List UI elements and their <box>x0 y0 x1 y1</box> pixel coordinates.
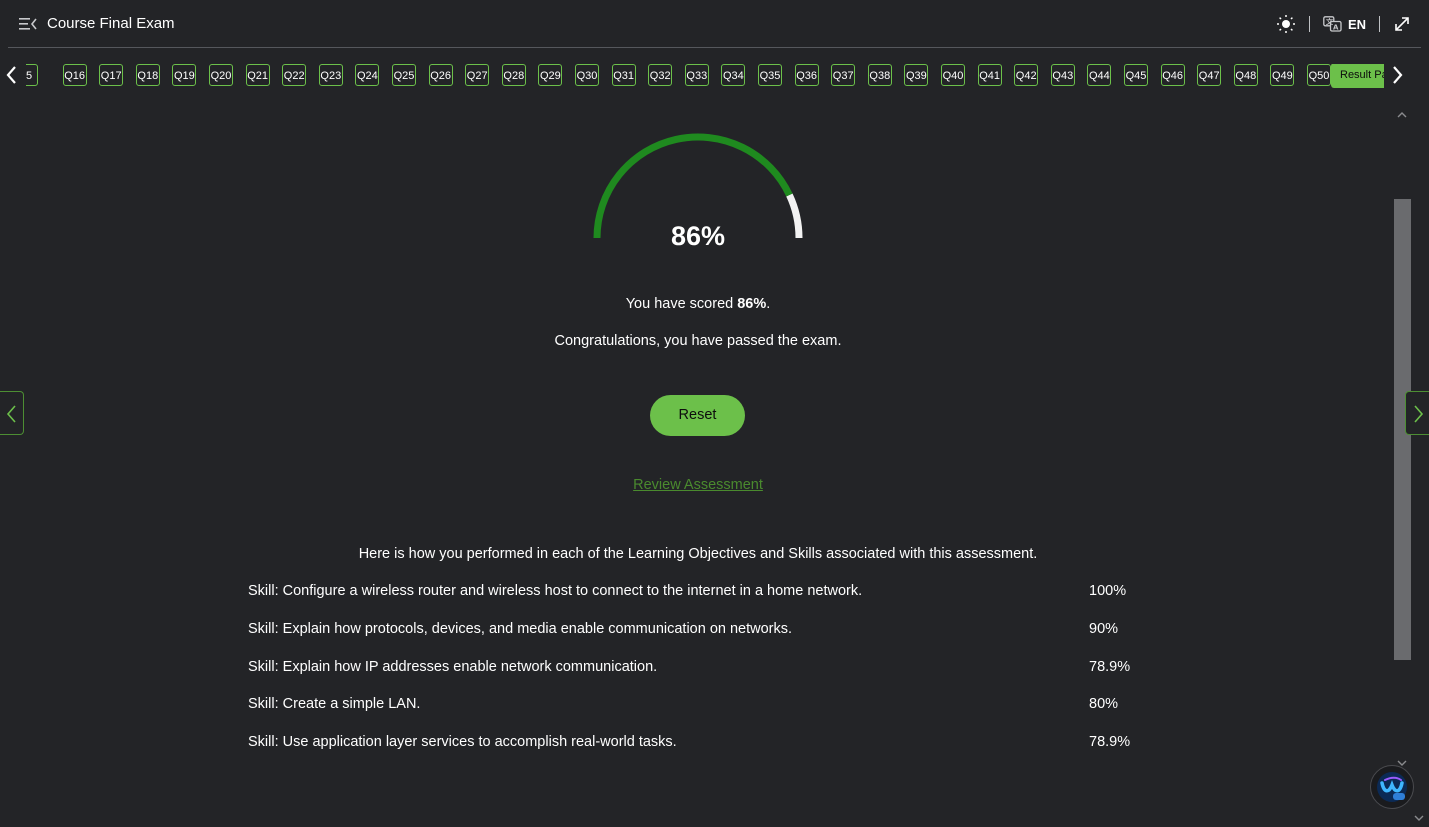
previous-page-button[interactable] <box>0 391 24 435</box>
skill-name: Skill: Explain how IP addresses enable n… <box>248 659 658 675</box>
collapse-menu-icon[interactable] <box>19 16 37 32</box>
question-button[interactable]: Q24 <box>355 64 380 86</box>
question-button[interactable]: Q22 <box>282 64 307 86</box>
question-button[interactable]: Q20 <box>209 64 233 86</box>
question-button[interactable]: Q28 <box>501 64 526 86</box>
question-button[interactable]: Q25 <box>392 64 416 86</box>
skill-score: 78.9% <box>1089 734 1131 750</box>
question-button[interactable]: Q50 <box>1307 64 1331 86</box>
translate-icon: 文 A <box>1323 16 1342 32</box>
question-button[interactable]: Q44 <box>1087 64 1112 86</box>
header-actions: 文 A EN <box>1276 13 1411 35</box>
question-button[interactable]: Q38 <box>867 64 892 86</box>
question-button[interactable]: Q34 <box>721 64 746 86</box>
divider <box>1379 16 1380 32</box>
question-navigation: Q50 Q49 Q48 Q47 Q46 Q45 Q44 Q43 Q42 Q41 Q40 Q39 Q38 Q… <box>0 60 1429 90</box>
skill-name: Skill: Use application layer services to… <box>248 734 677 750</box>
question-list: Q50 Q49 Q48 Q47 Q46 Q45 Q44 Q43 Q42 Q41 Q40 Q39 Q38 Q… <box>26 64 1384 88</box>
skill-score: 78.9% <box>1089 659 1131 675</box>
question-button[interactable]: Q29 <box>538 64 563 86</box>
question-button[interactable]: Q36 <box>794 64 819 86</box>
question-button[interactable]: Q46 <box>1160 64 1185 86</box>
header-divider <box>8 47 1421 48</box>
skill-name: Skill: Create a simple LAN. <box>248 696 421 712</box>
app-header: Course Final Exam 文 A EN <box>0 0 1429 47</box>
skill-row: Skill: Explain how IP addresses enable n… <box>248 659 1148 679</box>
pass-message: Congratulations, you have passed the exa… <box>554 333 842 349</box>
question-button[interactable]: Q47 <box>1197 64 1222 86</box>
question-button[interactable]: 15 <box>26 64 38 86</box>
chevron-left-icon[interactable] <box>1 62 23 88</box>
question-button[interactable]: Q42 <box>1014 64 1039 86</box>
question-button[interactable]: Q33 <box>684 64 709 86</box>
question-button[interactable]: Q40 <box>941 64 965 86</box>
question-button[interactable]: Q30 <box>575 64 599 86</box>
question-button[interactable]: Q16 <box>62 64 87 86</box>
question-button[interactable]: Q45 <box>1124 64 1148 86</box>
score-summary: You have scored 86%. <box>448 296 948 312</box>
question-button[interactable]: Q17 <box>99 64 124 86</box>
expand-icon[interactable] <box>1393 15 1411 33</box>
score-suffix: . <box>766 296 771 312</box>
question-button[interactable]: Q35 <box>758 64 782 86</box>
skill-score: 90% <box>1089 621 1119 637</box>
language-selector[interactable]: 文 A EN <box>1323 16 1366 32</box>
chevron-right-icon <box>1414 405 1424 423</box>
skill-name: Skill: Configure a wireless router and w… <box>248 583 863 599</box>
question-button[interactable]: Q49 <box>1270 64 1295 86</box>
question-button[interactable]: Q18 <box>135 64 160 86</box>
divider <box>1308 16 1310 32</box>
page-title: Course Final Exam <box>47 15 175 32</box>
chevron-right-icon[interactable] <box>1386 62 1408 88</box>
question-button[interactable]: Q21 <box>245 64 270 86</box>
scroll-up-icon[interactable] <box>1396 110 1408 120</box>
skill-score: 100% <box>1089 583 1127 599</box>
skill-name: Skill: Explain how protocols, devices, a… <box>248 621 793 637</box>
skill-row: Skill: Use application layer services to… <box>248 734 1148 754</box>
svg-text:A: A <box>1333 24 1339 32</box>
skill-row: Skill: Configure a wireless router and w… <box>248 583 1148 603</box>
question-button[interactable]: Q23 <box>318 64 343 86</box>
score-value: 86% <box>737 296 767 312</box>
performance-intro: Here is how you performed in each of the… <box>358 546 1038 562</box>
assistant-badge[interactable] <box>1370 765 1414 809</box>
question-button[interactable]: Q19 <box>172 64 197 86</box>
question-button[interactable]: Q26 <box>428 64 453 86</box>
question-button[interactable]: Q32 <box>648 64 673 86</box>
skill-score: 80% <box>1089 696 1119 712</box>
language-label: EN <box>1347 16 1366 32</box>
result-page-button[interactable]: Result Page <box>1331 64 1384 88</box>
page-scroll-down-icon[interactable] <box>1413 813 1425 823</box>
sun-icon[interactable] <box>1276 14 1296 34</box>
question-button[interactable]: Q31 <box>611 64 636 86</box>
review-assessment-link[interactable]: Review Assessment <box>598 477 798 493</box>
reset-button[interactable]: Reset <box>650 395 745 436</box>
chevron-left-icon <box>6 405 16 423</box>
question-button[interactable]: Q39 <box>904 64 929 86</box>
question-button[interactable]: Q43 <box>1050 64 1075 86</box>
skill-row: Skill: Explain how protocols, devices, a… <box>248 621 1148 641</box>
gauge-percentage: 86% <box>670 221 726 251</box>
question-button[interactable]: Q48 <box>1233 64 1258 86</box>
skill-row: Skill: Create a simple LAN. 80% <box>248 696 1148 716</box>
question-button[interactable]: Q41 <box>977 64 1002 86</box>
assistant-logo-icon <box>1377 772 1407 802</box>
next-page-button[interactable] <box>1405 391 1429 435</box>
question-button[interactable]: Q27 <box>465 64 490 86</box>
question-button[interactable]: Q37 <box>831 64 856 86</box>
score-prefix: You have scored <box>625 296 738 312</box>
